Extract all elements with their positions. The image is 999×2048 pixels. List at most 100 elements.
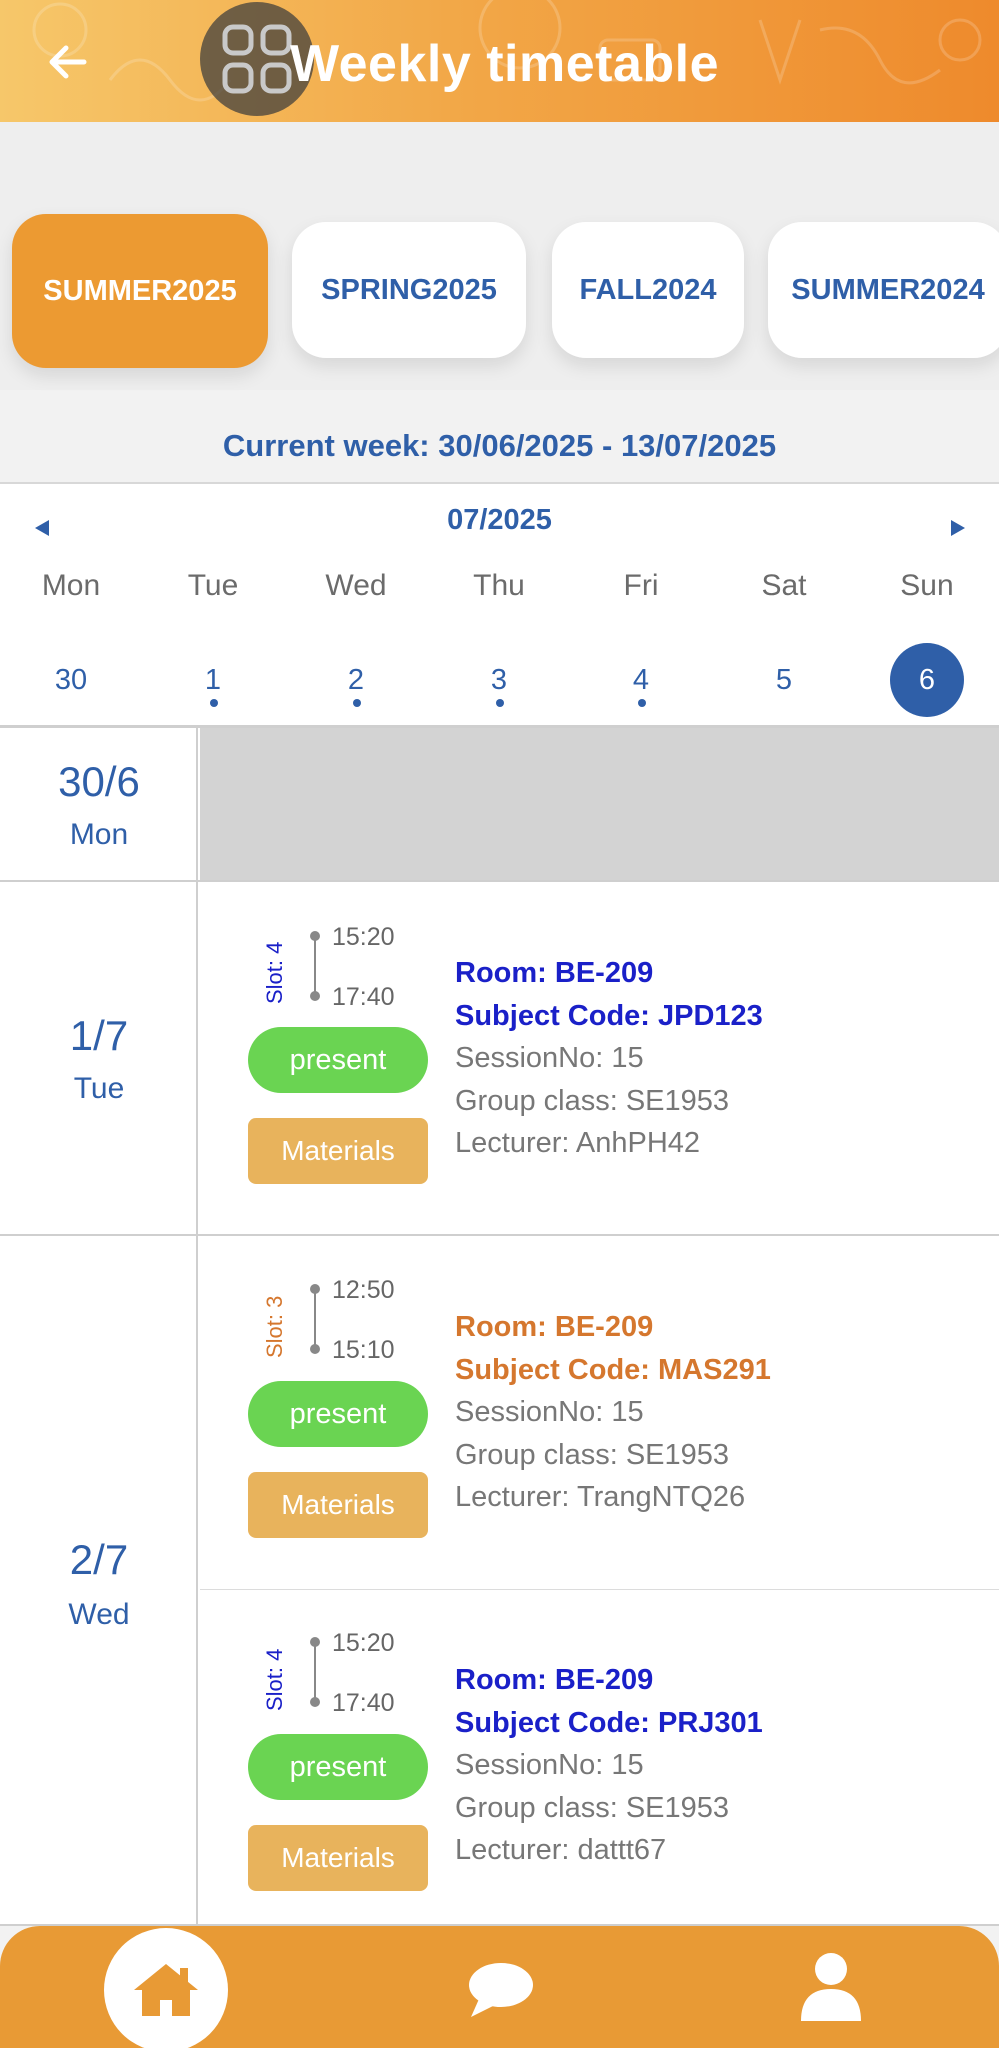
materials-button[interactable]: Materials	[248, 1118, 428, 1184]
day-label: 1/7 Tue	[0, 882, 198, 1234]
has-session-dot	[353, 699, 361, 707]
materials-button[interactable]: Materials	[248, 1825, 428, 1891]
calendar-month: 07/2025	[447, 504, 552, 536]
calendar-date-selected[interactable]: 6	[890, 643, 964, 717]
start-time: 12:50	[332, 1276, 395, 1304]
page-title: Weekly timetable	[290, 35, 720, 93]
back-button[interactable]	[44, 38, 92, 86]
subject-code: Subject Code: JPD123	[455, 999, 763, 1032]
end-time: 15:10	[332, 1336, 395, 1364]
app-header: Weekly timetable	[0, 0, 999, 122]
attendance-present-badge[interactable]: present	[248, 1381, 428, 1447]
attendance-present-badge[interactable]: present	[248, 1027, 428, 1093]
slot-label: Slot: 4	[262, 941, 287, 1004]
nav-chat-button[interactable]	[460, 1956, 540, 2022]
slot-label: Slot: 4	[262, 1648, 287, 1711]
has-session-dot	[638, 699, 646, 707]
calendar-date[interactable]: 2	[319, 643, 393, 717]
session-divider	[200, 1589, 999, 1590]
day-weekday: Mon	[69, 818, 129, 851]
semester-tab-fall2024[interactable]: FALL2024	[552, 222, 744, 358]
group-class: Group class: SE1953	[455, 1438, 730, 1471]
lecturer: Lecturer: TrangNTQ26	[455, 1481, 746, 1513]
calendar-day-sat: Sat 5	[713, 564, 855, 717]
day-date: 30/6	[58, 758, 140, 805]
weekday-label: Fri	[623, 569, 659, 602]
attendance-present-badge[interactable]: present	[248, 1734, 428, 1800]
session-info: Room: BE-209 Subject Code: PRJ301 Sessio…	[455, 1659, 763, 1872]
day-label: 2/7 Wed	[0, 1236, 198, 1924]
calendar-date[interactable]: 5	[747, 643, 821, 717]
weekday-label: Tue	[187, 569, 239, 602]
day-date: 1/7	[69, 1012, 129, 1059]
next-month-button[interactable]	[938, 508, 978, 548]
calendar-day-mon: Mon 30	[0, 564, 142, 717]
session-number: SessionNo: 15	[455, 1042, 644, 1074]
current-week-label: Current week: 30/06/2025 - 13/07/2025	[222, 428, 777, 463]
timeline-line	[314, 1642, 316, 1702]
chat-bubble-icon	[469, 1963, 533, 2017]
session-info: Room: BE-209 Subject Code: JPD123 Sessio…	[455, 952, 763, 1165]
weekday-label: Sun	[900, 569, 954, 602]
calendar-day-sun: Sun 6	[856, 564, 998, 717]
date-number: 3	[490, 663, 508, 696]
group-class: Group class: SE1953	[455, 1084, 730, 1117]
session-info: Room: BE-209 Subject Code: MAS291 Sessio…	[455, 1306, 771, 1519]
calendar-date[interactable]: 30	[34, 643, 108, 717]
lecturer: Lecturer: AnhPH42	[455, 1127, 701, 1159]
room: Room: BE-209	[455, 957, 654, 989]
calendar-date[interactable]: 1	[176, 643, 250, 717]
end-time: 17:40	[332, 1689, 395, 1717]
weekday-label: Wed	[325, 569, 387, 602]
day-date: 2/7	[69, 1536, 129, 1583]
day-weekday: Tue	[73, 1072, 125, 1105]
semester-tab-summer2025[interactable]: SUMMER2025	[12, 214, 268, 368]
nav-profile-button[interactable]	[796, 1948, 866, 2026]
lecturer: Lecturer: dattt67	[455, 1834, 667, 1866]
timeline-line	[314, 936, 316, 996]
nav-home-button[interactable]	[104, 1928, 228, 2048]
day-row-mon: 30/6 Mon	[0, 728, 999, 882]
calendar-day-fri: Fri 4	[570, 564, 712, 717]
date-number: 1	[204, 663, 222, 696]
has-session-dot	[496, 699, 504, 707]
start-time: 15:20	[332, 923, 395, 951]
calendar-day-wed: Wed 2	[285, 564, 427, 717]
user-icon	[801, 1953, 861, 2021]
materials-button[interactable]: Materials	[248, 1472, 428, 1538]
calendar-day-thu: Thu 3	[428, 564, 570, 717]
day-label: 30/6 Mon	[0, 728, 198, 880]
timeline-end-dot	[310, 1344, 320, 1354]
session-number: SessionNo: 15	[455, 1396, 644, 1428]
timeline-line	[314, 1289, 316, 1349]
timeline-end-dot	[310, 1697, 320, 1707]
weekday-label: Sat	[761, 569, 807, 602]
no-sessions-placeholder	[200, 728, 999, 880]
week-calendar: 07/2025 Mon 30 Tue 1 Wed 2 Thu 3 Fri 4 S…	[0, 482, 999, 728]
grid-icon	[222, 24, 292, 94]
room: Room: BE-209	[455, 1311, 654, 1343]
home-icon	[134, 1964, 198, 2016]
subject-code: Subject Code: MAS291	[455, 1353, 771, 1386]
calendar-date[interactable]: 3	[462, 643, 536, 717]
semester-tab-summer2024[interactable]: SUMMER2024	[768, 222, 999, 358]
date-number: 6	[918, 663, 936, 696]
slot-label: Slot: 3	[262, 1295, 287, 1358]
group-class: Group class: SE1953	[455, 1791, 730, 1824]
has-session-dot	[210, 699, 218, 707]
end-time: 17:40	[332, 983, 395, 1011]
date-number: 30	[54, 663, 88, 696]
date-number: 5	[775, 663, 793, 696]
session-number: SessionNo: 15	[455, 1749, 644, 1781]
date-number: 2	[347, 663, 365, 696]
calendar-day-tue: Tue 1	[142, 564, 284, 717]
weekday-label: Mon	[41, 569, 101, 602]
caret-right-icon	[951, 520, 965, 536]
semester-tab-spring2025[interactable]: SPRING2025	[292, 222, 526, 358]
date-number: 4	[632, 663, 650, 696]
room: Room: BE-209	[455, 1664, 654, 1696]
calendar-date[interactable]: 4	[604, 643, 678, 717]
timeline-end-dot	[310, 991, 320, 1001]
subject-code: Subject Code: PRJ301	[455, 1706, 763, 1739]
weekday-label: Thu	[473, 569, 525, 602]
